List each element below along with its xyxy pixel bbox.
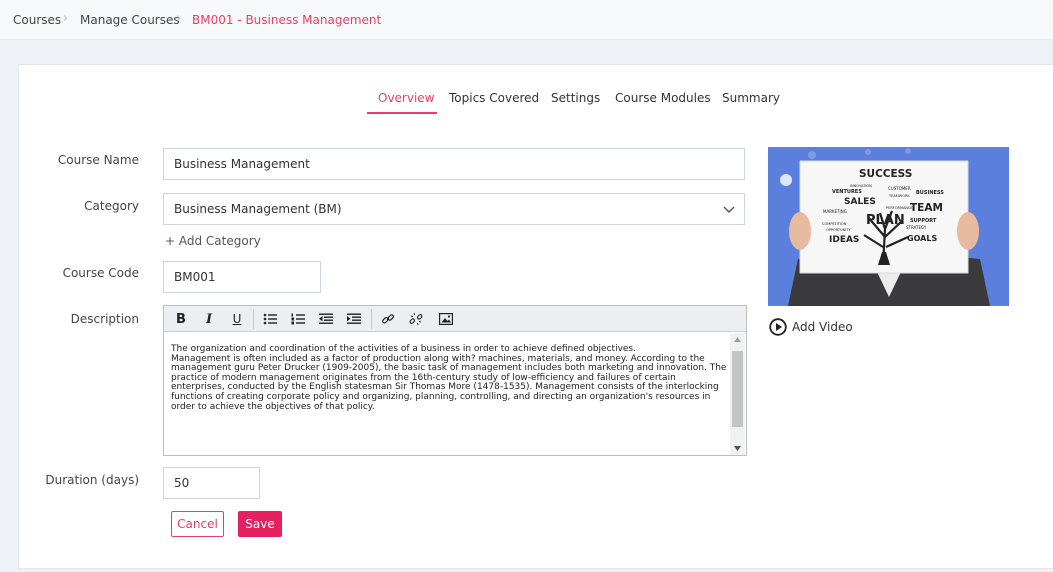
tab-course-modules[interactable]: Course Modules [615,91,711,105]
underline-button[interactable]: U [227,310,247,328]
breadcrumb: Courses › Manage Courses › BM001 - Busin… [0,0,1053,40]
description-label: Description [70,312,139,326]
course-name-input[interactable]: Business Management [163,148,745,180]
add-category-link[interactable]: + Add Category [165,234,261,248]
tab-topics-covered[interactable]: Topics Covered [449,91,539,105]
tab-settings[interactable]: Settings [551,91,600,105]
insert-image-button[interactable] [436,310,456,328]
description-editor[interactable]: B I U The organization and coordination … [163,305,747,456]
bullet-list-icon [263,313,277,325]
toolbar-divider [253,309,254,329]
word-ventures: VENTURES [832,189,862,195]
course-name-value: Business Management [174,157,310,171]
word-sales: SALES [844,197,876,207]
chevron-right-icon: › [63,11,69,26]
scroll-down-icon[interactable] [734,446,741,451]
add-video-label: Add Video [792,320,853,334]
numbered-list-icon [291,313,305,325]
active-tab-indicator [367,112,437,114]
category-label: Category [84,199,139,213]
duration-label: Duration (days) [45,473,139,487]
course-code-input[interactable]: BM001 [163,261,321,293]
word-strategy: STRATEGY [906,225,927,230]
word-marketing: MARKETING [823,209,847,214]
unlink-button[interactable] [406,310,426,328]
chevron-down-icon [723,206,735,213]
word-goals: GOALS [907,234,937,243]
word-plan: PLAN [866,213,905,228]
chevron-right-icon: › [176,11,182,26]
word-competition: COMPETITION [822,222,847,226]
course-image[interactable]: SUCCESS SALES TEAM PLAN IDEAS GOALS VENT… [768,147,1009,306]
breadcrumb-manage-courses[interactable]: Manage Courses [80,13,180,27]
word-success: SUCCESS [859,168,912,180]
duration-value: 50 [174,476,190,490]
category-select[interactable]: Business Management (BM) [163,193,745,225]
save-button[interactable]: Save [238,511,282,537]
editor-scrollbar[interactable] [730,333,745,455]
add-video-button[interactable]: Add Video [769,318,853,336]
indent-button[interactable] [344,310,364,328]
cancel-button[interactable]: Cancel [171,511,224,537]
editor-toolbar: B I U [164,306,746,332]
word-team: TEAM [910,202,943,214]
bullet-list-button[interactable] [260,310,280,328]
toolbar-divider [371,309,372,329]
course-name-label: Course Name [57,153,139,167]
scroll-up-icon[interactable] [734,337,741,342]
course-code-value: BM001 [174,270,216,284]
breadcrumb-current-course: BM001 - Business Management [192,13,382,27]
word-support: SUPPORT [910,218,937,224]
tab-summary[interactable]: Summary [722,91,780,105]
image-icon [439,313,453,325]
italic-button[interactable]: I [199,310,219,328]
indent-icon [347,313,361,324]
description-text: The organization and coordination of the… [171,344,727,412]
word-opportunity: OPPORTUNITY [826,228,851,232]
word-business: BUSINESS [916,190,944,196]
insert-link-button[interactable] [378,310,398,328]
outdent-icon [319,313,333,324]
link-icon [382,314,394,324]
tab-overview[interactable]: Overview [378,91,435,105]
bold-button[interactable]: B [171,310,191,328]
category-selected-value: Business Management (BM) [174,202,342,216]
play-circle-icon [769,318,787,336]
word-customer: CUSTOMER [888,186,911,191]
unlink-icon [409,312,423,326]
business-wordcloud-image: SUCCESS SALES TEAM PLAN IDEAS GOALS VENT… [780,148,990,306]
course-code-label: Course Code [62,266,139,280]
duration-input[interactable]: 50 [163,467,260,499]
breadcrumb-courses[interactable]: Courses [13,13,61,27]
word-ideas: IDEAS [829,235,859,245]
word-performance: PERFORMANCE [886,206,913,210]
word-teamwork: TEAMWORK [888,194,910,198]
outdent-button[interactable] [316,310,336,328]
word-innovation: INNOVATION [850,184,872,188]
numbered-list-button[interactable] [288,310,308,328]
scrollbar-thumb[interactable] [732,351,743,427]
